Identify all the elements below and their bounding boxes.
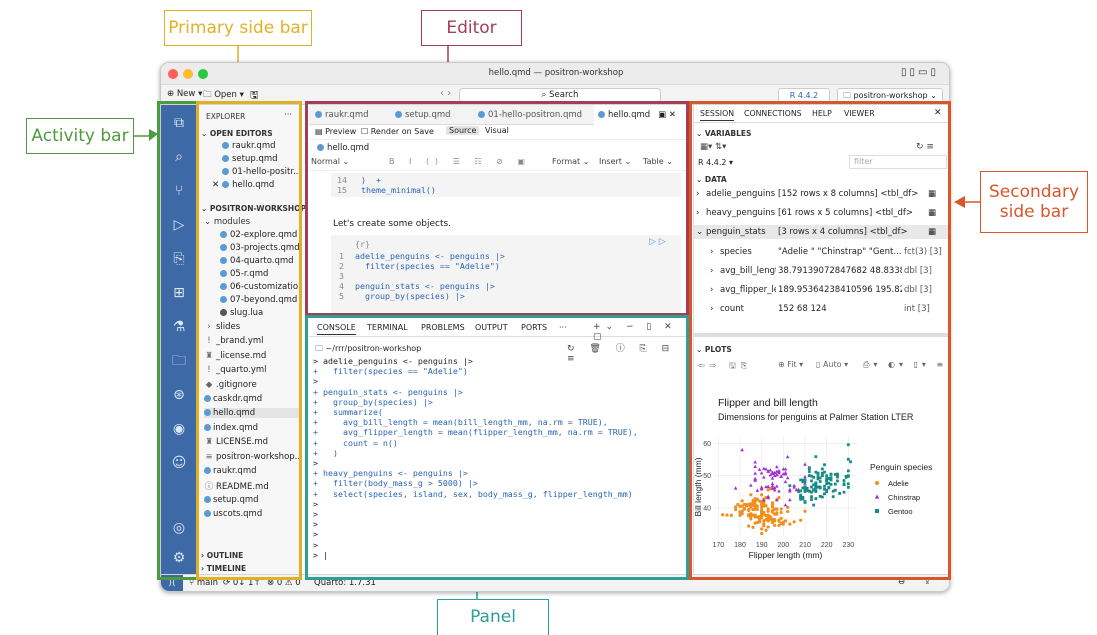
editor-highlight (305, 101, 689, 316)
secondary-side-bar-highlight (689, 101, 951, 580)
window-title: hello.qmd — positron-workshop (488, 68, 624, 78)
new-button[interactable]: ⊕ New ▾ (167, 89, 202, 99)
search-placeholder: Search (549, 90, 579, 100)
primary-side-bar-highlight (196, 101, 302, 580)
search-icon: ⌕ (541, 90, 547, 100)
title-bar: hello.qmd — positron-workshop ▯▯▭▯ (161, 63, 949, 85)
panel-highlight (305, 315, 689, 580)
folder-label: positron-workshop (853, 91, 928, 100)
new-label: New (176, 89, 196, 99)
r-version-label: R 4.4.2 (789, 91, 819, 100)
open-label: Open (214, 90, 237, 100)
layout-icons[interactable]: ▯▯▭▯ (901, 67, 939, 78)
back-icon[interactable]: ‹ › (440, 88, 451, 99)
activity-bar-highlight (157, 101, 199, 580)
